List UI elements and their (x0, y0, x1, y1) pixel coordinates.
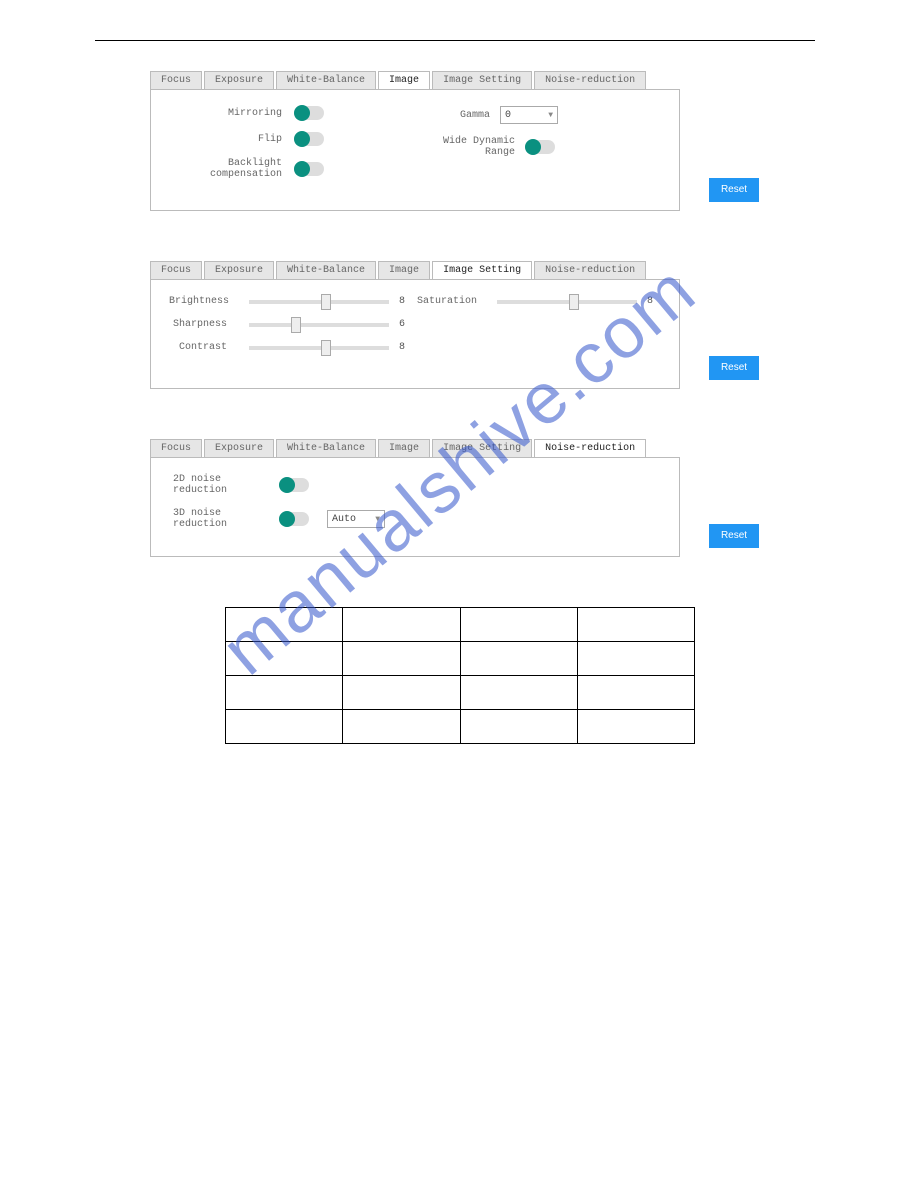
contrast-slider[interactable] (249, 346, 389, 350)
tab-image[interactable]: Image (378, 71, 430, 89)
brightness-value: 8 (399, 296, 417, 307)
tab-white-balance[interactable]: White-Balance (276, 71, 376, 89)
table-row (226, 710, 695, 744)
tab-image[interactable]: Image (378, 261, 430, 279)
contrast-value: 8 (399, 342, 417, 353)
chevron-down-icon: ▼ (375, 515, 380, 524)
tab-image-setting[interactable]: Image Setting (432, 261, 532, 279)
sharpness-slider[interactable] (249, 323, 389, 327)
tab-exposure[interactable]: Exposure (204, 261, 274, 279)
table-row (226, 676, 695, 710)
gamma-label: Gamma (415, 110, 500, 121)
nr2d-label: 2D noise reduction (169, 474, 279, 496)
tab-focus[interactable]: Focus (150, 261, 202, 279)
tab-image-setting[interactable]: Image Setting (432, 439, 532, 457)
tab-noise-reduction[interactable]: Noise-reduction (534, 71, 646, 89)
brightness-label: Brightness (169, 296, 239, 307)
page-header-rule (95, 40, 815, 41)
flip-label: Flip (169, 134, 294, 145)
wdr-toggle[interactable] (525, 140, 555, 154)
nr3d-mode-select[interactable]: Auto ▼ (327, 510, 385, 528)
saturation-slider[interactable] (497, 300, 637, 304)
tab-white-balance[interactable]: White-Balance (276, 261, 376, 279)
tab-noise-reduction[interactable]: Noise-reduction (534, 261, 646, 279)
nr2d-toggle[interactable] (279, 478, 309, 492)
chevron-down-icon: ▼ (548, 111, 553, 120)
nr3d-label: 3D noise reduction (169, 508, 279, 530)
wdr-label: Wide Dynamic Range (415, 136, 525, 158)
empty-table (225, 607, 695, 744)
reset-button[interactable]: Reset (709, 524, 759, 548)
tab-noise-reduction[interactable]: Noise-reduction (534, 439, 646, 457)
sharpness-value: 6 (399, 319, 417, 330)
saturation-value: 8 (647, 296, 665, 307)
nr3d-mode-value: Auto (332, 514, 356, 525)
image-panel: Mirroring Flip Backlight compensation Ga… (150, 89, 680, 211)
tab-image-setting[interactable]: Image Setting (432, 71, 532, 89)
mirroring-label: Mirroring (169, 108, 294, 119)
reset-button[interactable]: Reset (709, 356, 759, 380)
reset-button[interactable]: Reset (709, 178, 759, 202)
mirroring-toggle[interactable] (294, 106, 324, 120)
tabbar-2: Focus Exposure White-Balance Image Image… (150, 261, 815, 279)
tabbar-1: Focus Exposure White-Balance Image Image… (150, 71, 815, 89)
contrast-label: Contrast (169, 342, 239, 353)
saturation-label: Saturation (417, 296, 487, 307)
image-setting-panel: Brightness 8 Sharpness 6 Contrast 8 (150, 279, 680, 389)
sharpness-label: Sharpness (169, 319, 239, 330)
noise-reduction-panel-block: Focus Exposure White-Balance Image Image… (150, 439, 815, 557)
tab-exposure[interactable]: Exposure (204, 439, 274, 457)
tab-focus[interactable]: Focus (150, 439, 202, 457)
tab-exposure[interactable]: Exposure (204, 71, 274, 89)
tabbar-3: Focus Exposure White-Balance Image Image… (150, 439, 815, 457)
nr3d-toggle[interactable] (279, 512, 309, 526)
noise-reduction-panel: 2D noise reduction 3D noise reduction Au… (150, 457, 680, 557)
gamma-value: 0 (505, 110, 511, 121)
backlight-toggle[interactable] (294, 162, 324, 176)
flip-toggle[interactable] (294, 132, 324, 146)
image-setting-panel-block: Focus Exposure White-Balance Image Image… (150, 261, 815, 389)
tab-image[interactable]: Image (378, 439, 430, 457)
table-row (226, 608, 695, 642)
gamma-select[interactable]: 0 ▼ (500, 106, 558, 124)
backlight-label: Backlight compensation (169, 158, 294, 180)
table-row (226, 642, 695, 676)
brightness-slider[interactable] (249, 300, 389, 304)
tab-focus[interactable]: Focus (150, 71, 202, 89)
image-panel-block: Focus Exposure White-Balance Image Image… (150, 71, 815, 211)
tab-white-balance[interactable]: White-Balance (276, 439, 376, 457)
